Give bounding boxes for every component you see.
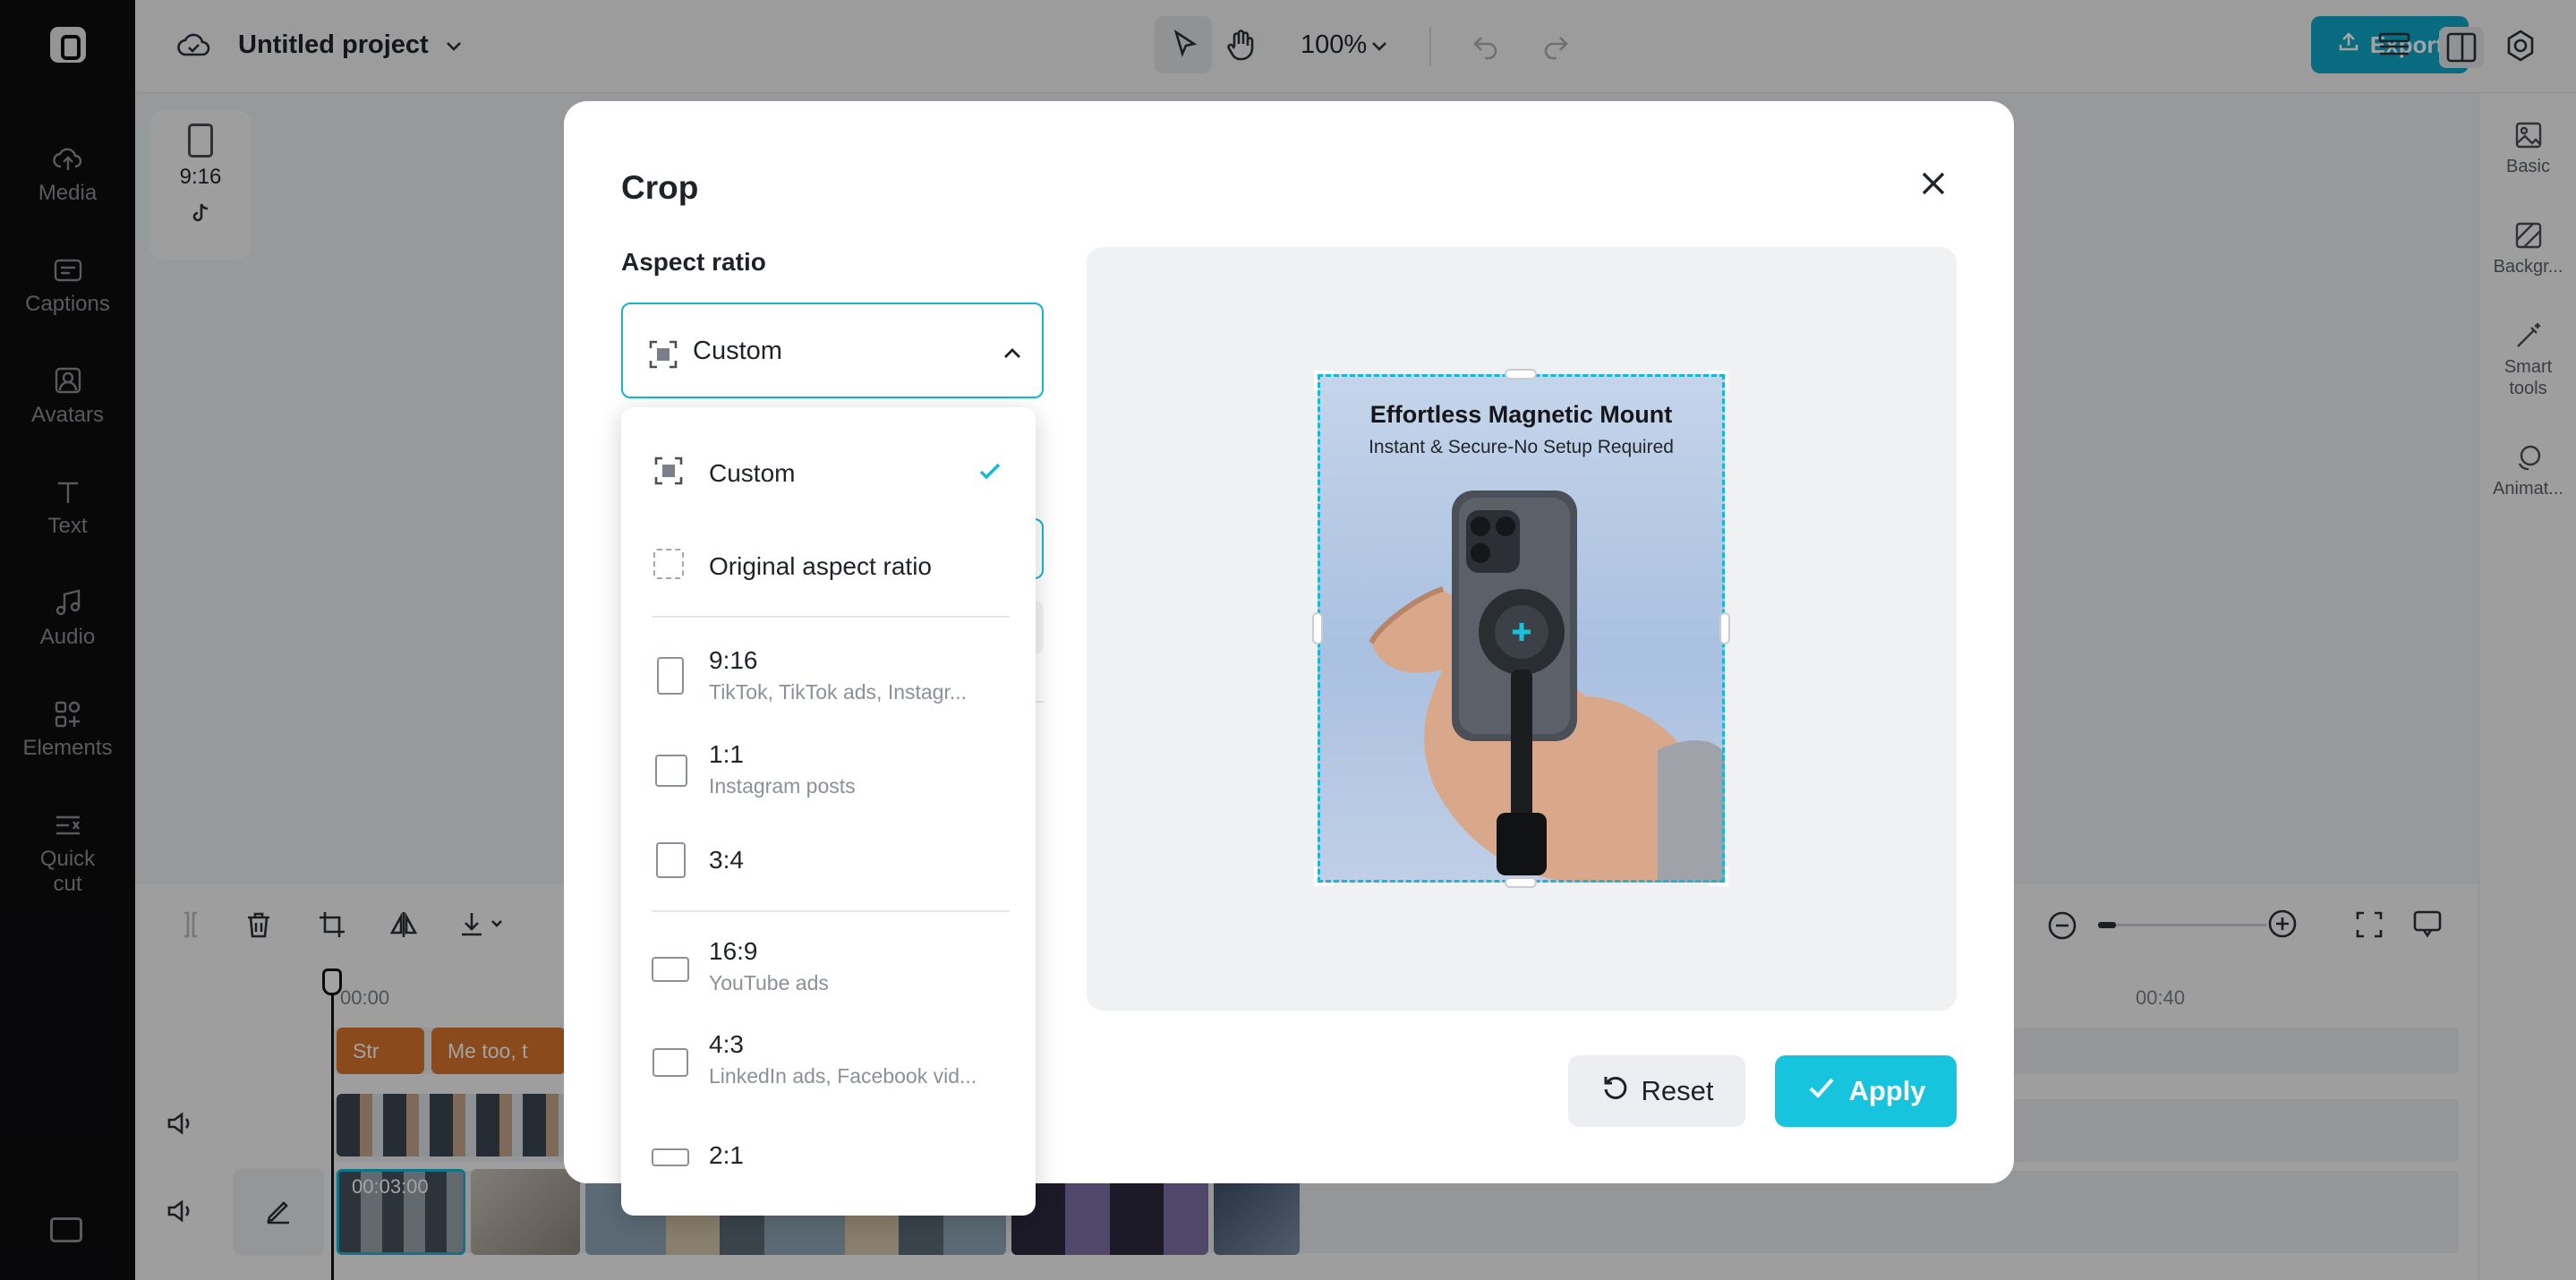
dropdown-option-2-1[interactable]: 2:1 bbox=[621, 1123, 1036, 1195]
dropdown-option-4-3[interactable]: 4:3 LinkedIn ads, Facebook vid... bbox=[621, 1020, 1036, 1105]
crop-edge-handle-bottom[interactable] bbox=[1505, 877, 1537, 888]
crop-edge-handle-left[interactable] bbox=[1312, 612, 1323, 644]
dropdown-option-3-4[interactable]: 3:4 bbox=[621, 826, 1036, 898]
landscape-ratio-icon bbox=[652, 957, 689, 982]
custom-crop-icon bbox=[653, 456, 684, 491]
option-label: Custom bbox=[709, 459, 796, 487]
chevron-up-icon bbox=[999, 340, 1026, 371]
reset-icon bbox=[1600, 1072, 1631, 1110]
crop-edge-handle-top[interactable] bbox=[1505, 369, 1537, 380]
option-label: Original aspect ratio bbox=[709, 552, 933, 580]
option-label: 3:4 bbox=[709, 846, 744, 874]
aspect-ratio-dropdown: Custom Original aspect ratio 9:16 TikTok… bbox=[621, 407, 1036, 1216]
dropdown-option-original[interactable]: Original aspect ratio bbox=[621, 534, 1036, 606]
reset-label: Reset bbox=[1641, 1075, 1714, 1106]
option-description: LinkedIn ads, Facebook vid... bbox=[709, 1064, 977, 1088]
option-label: 16:9 bbox=[709, 937, 758, 965]
crop-corner-handle[interactable] bbox=[1709, 371, 1728, 390]
dropdown-option-1-1[interactable]: 1:1 Instagram posts bbox=[621, 730, 1036, 815]
option-label: 2:1 bbox=[709, 1141, 744, 1169]
crop-edge-handle-right[interactable] bbox=[1719, 612, 1730, 644]
aspect-ratio-select[interactable]: Custom bbox=[621, 303, 1044, 398]
divider bbox=[652, 616, 1010, 618]
option-description: TikTok, TikTok ads, Instagr... bbox=[709, 680, 968, 704]
crop-corner-handle[interactable] bbox=[1314, 371, 1334, 390]
landscape-ratio-icon bbox=[653, 1048, 688, 1077]
square-ratio-icon bbox=[655, 755, 687, 787]
option-label: 9:16 bbox=[709, 646, 758, 674]
crop-corner-handle[interactable] bbox=[1314, 866, 1334, 886]
wide-ratio-icon bbox=[652, 1148, 689, 1166]
portrait-ratio-icon bbox=[657, 657, 684, 695]
crop-corner-handle[interactable] bbox=[1709, 866, 1728, 886]
option-description: Instagram posts bbox=[709, 774, 856, 798]
option-label: 1:1 bbox=[709, 740, 744, 768]
dropdown-option-9-16[interactable]: 9:16 TikTok, TikTok ads, Instagr... bbox=[621, 636, 1036, 721]
crop-selection-frame[interactable] bbox=[1318, 374, 1725, 883]
checkmark-icon bbox=[977, 457, 1003, 489]
check-icon bbox=[1805, 1071, 1838, 1111]
option-label: 4:3 bbox=[709, 1030, 744, 1058]
portrait-ratio-icon bbox=[656, 842, 686, 878]
dropdown-option-16-9[interactable]: 16:9 YouTube ads bbox=[621, 926, 1036, 1012]
divider bbox=[652, 910, 1010, 912]
aspect-ratio-label: Aspect ratio bbox=[621, 248, 766, 276]
dropdown-option-custom[interactable]: Custom bbox=[621, 441, 1036, 513]
apply-label: Apply bbox=[1848, 1075, 1926, 1106]
selected-aspect-ratio: Custom bbox=[693, 337, 782, 365]
dialog-title: Crop bbox=[621, 169, 699, 206]
original-ratio-icon bbox=[653, 549, 684, 579]
option-description: YouTube ads bbox=[709, 971, 829, 994]
apply-button[interactable]: Apply bbox=[1775, 1055, 1957, 1127]
reset-button[interactable]: Reset bbox=[1568, 1055, 1745, 1127]
close-icon[interactable] bbox=[1914, 164, 1953, 203]
custom-crop-icon bbox=[648, 339, 678, 374]
